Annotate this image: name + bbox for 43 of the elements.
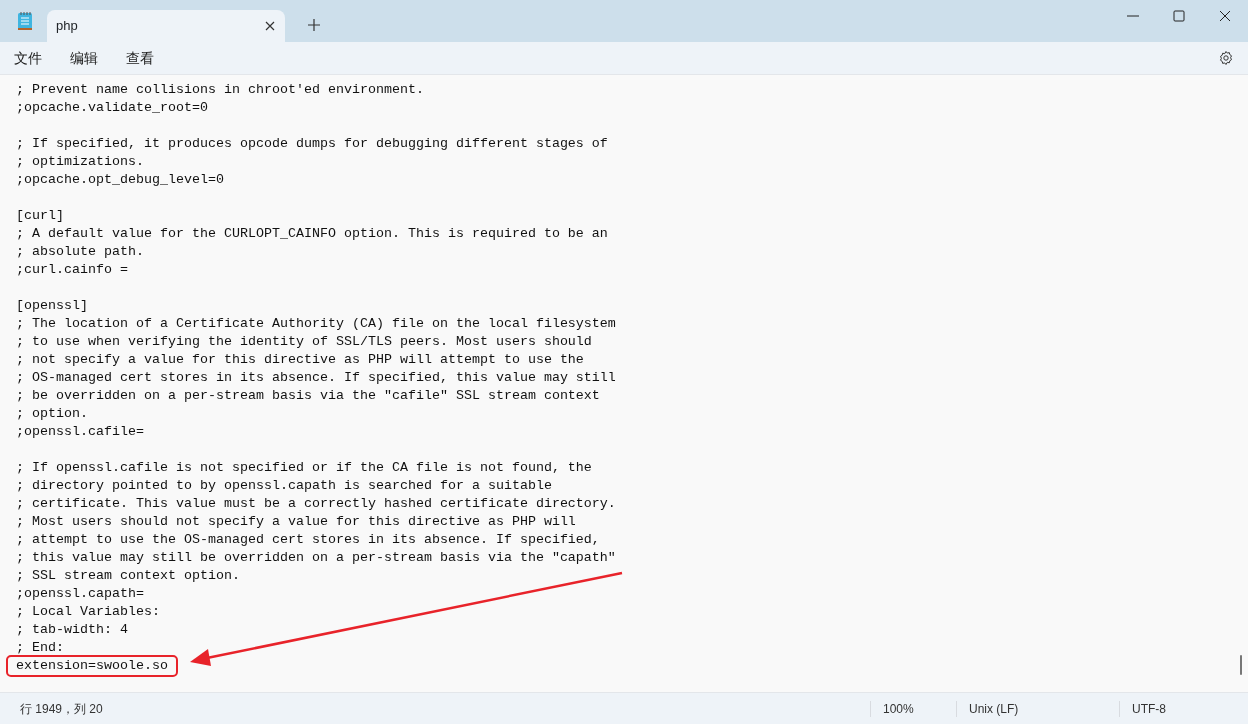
code-line: ; directory pointed to by openssl.capath is searched for a suitable (16, 478, 552, 493)
scrollbar-thumb[interactable] (1240, 655, 1242, 675)
new-tab-icon[interactable] (308, 19, 320, 31)
code-line: ; optimizations. (16, 154, 144, 169)
code-line: ; SSL stream context option. (16, 568, 240, 583)
code-line: ;openssl.capath= (16, 586, 144, 601)
code-line: ; OS-managed cert stores in its absence. If specified, this value may still (16, 370, 616, 385)
encoding[interactable]: UTF-8 (1132, 699, 1166, 718)
menu-item[interactable]: 编辑 (62, 43, 106, 73)
notepad-icon (17, 11, 33, 31)
cursor-position: 行 1949，列 20 (19, 700, 104, 718)
line-ending[interactable]: Unix (LF) (969, 699, 1019, 718)
document-tab[interactable]: php (47, 10, 285, 42)
code-line: ; be overridden on a per-stream basis via the "cafile" SSL stream context (16, 388, 600, 403)
code-line: ;opcache.validate_root=0 (16, 100, 208, 115)
code-line: ; If specified, it produces opcode dumps for debugging different stages of (16, 136, 608, 151)
menu-item[interactable]: 文件 (6, 43, 50, 73)
code-line: ;openssl.cafile= (16, 424, 144, 439)
close-tab-icon[interactable] (265, 21, 275, 31)
code-line: ; this value may still be overridden on a per-stream basis via the "capath" (16, 550, 616, 565)
tab-title: php (56, 17, 79, 36)
code-line: ; absolute path. (16, 244, 144, 259)
code-line: ; Prevent name collisions in chroot'ed environment. (16, 82, 424, 97)
code-line: ; certificate. This value must be a correctly hashed certificate directory. (16, 496, 616, 511)
zoom-level[interactable]: 100% (883, 699, 914, 718)
code-line: ; Local Variables: (16, 604, 160, 619)
code-line: ;curl.cainfo = (16, 262, 128, 277)
code-line: ; The location of a Certificate Authority (CA) file on the local filesystem (16, 316, 616, 331)
code-line: ; End: (16, 640, 64, 655)
highlighted-code-line: extension=swoole.so (8, 657, 176, 675)
code-line: [openssl] (16, 298, 88, 313)
code-line: ; A default value for the CURLOPT_CAINFO option. This is required to be an (16, 226, 608, 241)
code-line: ; not specify a value for this directive as PHP will attempt to use the (16, 352, 584, 367)
code-line: ; If openssl.cafile is not specified or if the CA file is not found, the (16, 460, 592, 475)
code-line: ; attempt to use the OS-managed cert stores in its absence. If specified, (16, 532, 600, 547)
code-line: ; option. (16, 406, 88, 421)
code-line: [curl] (16, 208, 64, 223)
settings-icon[interactable] (1218, 50, 1234, 66)
code-line: ; to use when verifying the identity of SSL/TLS peers. Most users should (16, 334, 592, 349)
code-line: ; tab-width: 4 (16, 622, 128, 637)
menu-item[interactable]: 查看 (118, 43, 162, 73)
code-line: ;opcache.opt_debug_level=0 (16, 172, 224, 187)
code-line: ; Most users should not specify a value for this directive as PHP will (16, 514, 576, 529)
